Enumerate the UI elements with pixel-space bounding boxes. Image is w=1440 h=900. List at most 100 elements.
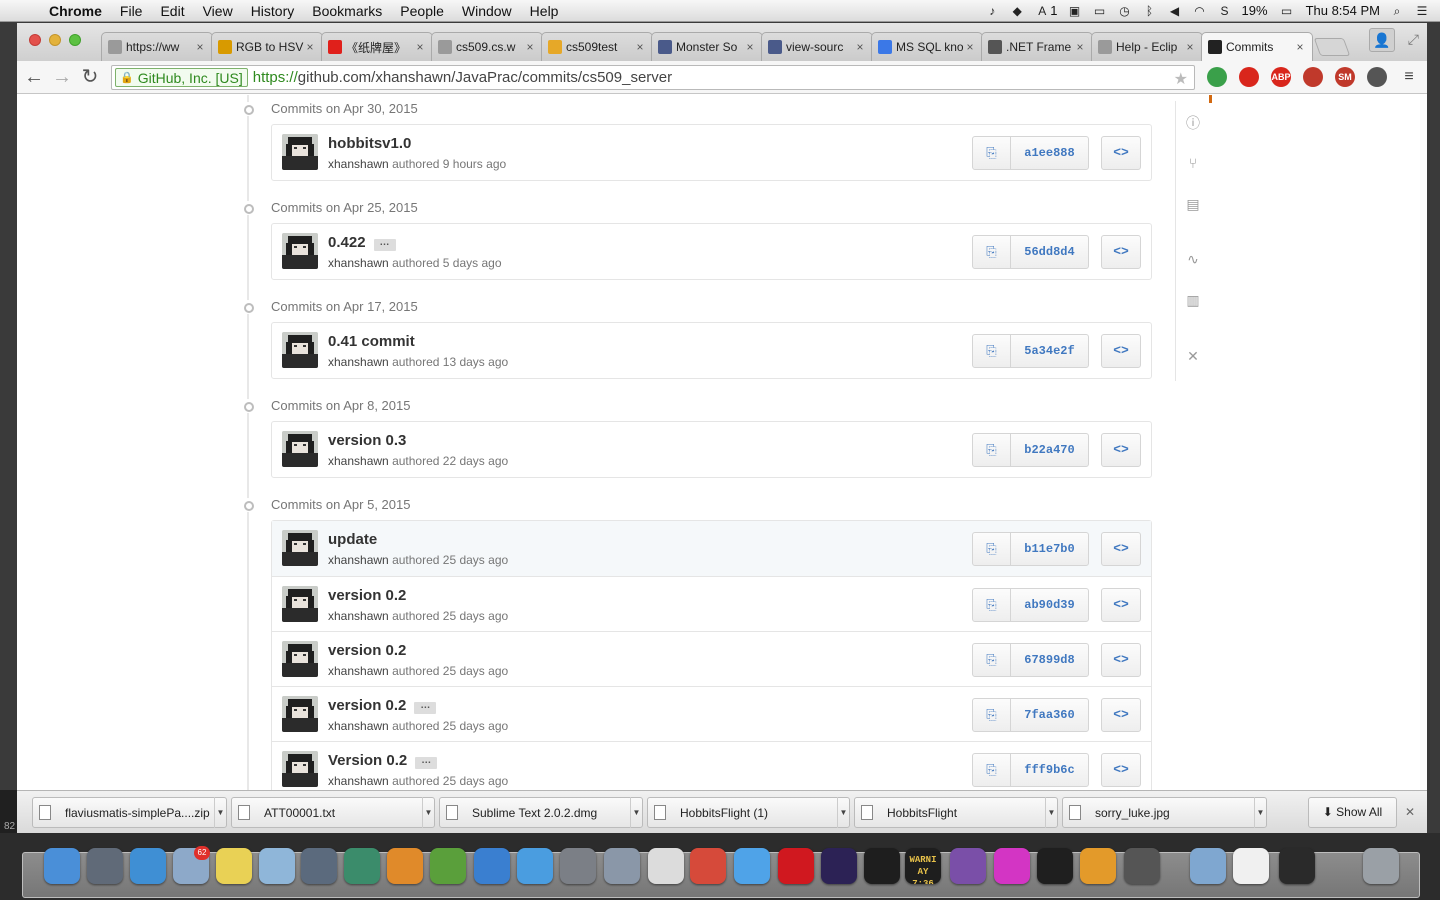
numbers-icon[interactable] <box>430 848 466 884</box>
app-menu-chrome[interactable]: Chrome <box>40 3 111 19</box>
browse-code-button[interactable]: <> <box>1101 753 1141 787</box>
browser-tab[interactable]: .NET Frame × <box>981 32 1093 61</box>
graphs-icon[interactable]: ▥ <box>1184 291 1202 309</box>
avatar[interactable] <box>282 751 318 787</box>
dropbox-icon[interactable]: ◆ <box>1009 4 1025 18</box>
minimize-window-button[interactable] <box>49 34 61 46</box>
color-wheel-icon[interactable] <box>1207 67 1227 87</box>
avatar[interactable] <box>282 530 318 566</box>
menu-help[interactable]: Help <box>521 3 568 19</box>
commit-author-link[interactable]: xhanshawn <box>328 256 389 270</box>
facetime-icon[interactable] <box>301 848 337 884</box>
terminal-icon[interactable] <box>864 848 900 884</box>
avatar[interactable] <box>282 431 318 467</box>
commit-author-link[interactable]: xhanshawn <box>328 609 389 623</box>
copy-sha-icon[interactable]: ⎘ <box>973 335 1011 367</box>
browser-tab[interactable]: MS SQL kno × <box>871 32 983 61</box>
preview-icon[interactable] <box>259 848 295 884</box>
menu-edit[interactable]: Edit <box>151 3 193 19</box>
commit-message-link[interactable]: 0.422… <box>328 234 396 251</box>
avatar[interactable] <box>282 586 318 622</box>
wiki-icon[interactable]: ▤ <box>1184 195 1202 213</box>
tab-close-icon[interactable]: × <box>854 40 866 54</box>
browse-code-button[interactable]: <> <box>1101 235 1141 269</box>
download-menu-caret-icon[interactable]: ▼ <box>214 797 226 828</box>
github-app-icon[interactable] <box>950 848 986 884</box>
commit-sha-button[interactable]: 56dd8d4 <box>1011 236 1088 268</box>
expand-message-button[interactable]: … <box>414 701 437 714</box>
browse-code-button[interactable]: <> <box>1101 588 1141 622</box>
commit-author-link[interactable]: xhanshawn <box>328 157 389 171</box>
browser-tab[interactable]: Monster So × <box>651 32 763 61</box>
flower-icon[interactable] <box>994 848 1030 884</box>
avatar[interactable] <box>282 641 318 677</box>
ampersand-icon[interactable] <box>1080 848 1116 884</box>
menu-people[interactable]: People <box>391 3 453 19</box>
avatar[interactable] <box>282 332 318 368</box>
browser-tab[interactable]: Help - Eclip × <box>1091 32 1203 61</box>
tab-close-icon[interactable]: × <box>744 40 756 54</box>
copy-sha-icon[interactable]: ⎘ <box>973 754 1011 786</box>
commit-sha-button[interactable]: 7faa360 <box>1011 699 1088 731</box>
browser-tab[interactable]: Commits × <box>1201 32 1313 61</box>
download-item[interactable]: flaviusmatis-simplePa....zip ▼ <box>32 797 227 828</box>
spotlight-icon[interactable]: ⌕ <box>1389 4 1405 18</box>
new-tab-button[interactable] <box>1313 38 1351 56</box>
commit-sha-button[interactable]: 67899d8 <box>1011 644 1088 676</box>
console-icon[interactable]: WARNI AY 7:36 <box>905 848 941 884</box>
reload-button[interactable]: ↻ <box>79 66 101 88</box>
book-icon[interactable] <box>1303 67 1323 87</box>
ball-icon[interactable] <box>1367 67 1387 87</box>
download-item[interactable]: HobbitsFlight ▼ <box>854 797 1058 828</box>
commit-sha-button[interactable]: ab90d39 <box>1011 589 1088 621</box>
download-menu-caret-icon[interactable]: ▼ <box>1254 797 1266 828</box>
issues-icon[interactable]: ⓘ <box>1184 114 1202 132</box>
terminal-window-icon[interactable] <box>1279 848 1315 884</box>
qq-icon[interactable] <box>1037 848 1073 884</box>
notification-center-icon[interactable]: ☰ <box>1414 4 1430 18</box>
pulse-icon[interactable]: ∿ <box>1184 250 1202 268</box>
copy-sha-icon[interactable]: ⎘ <box>973 699 1011 731</box>
copy-sha-icon[interactable]: ⎘ <box>973 236 1011 268</box>
sublime-icon[interactable] <box>1124 848 1160 884</box>
eclipse-icon[interactable] <box>821 848 857 884</box>
commit-message-link[interactable]: version 0.2 <box>328 587 406 604</box>
commit-sha-button[interactable]: b22a470 <box>1011 434 1088 466</box>
doc-icon[interactable] <box>1233 848 1269 884</box>
close-shelf-icon[interactable]: ✕ <box>1405 805 1415 819</box>
trash-icon[interactable] <box>1363 848 1399 884</box>
download-menu-caret-icon[interactable]: ▼ <box>1045 797 1057 828</box>
commit-message-link[interactable]: hobbitsv1.0 <box>328 135 411 152</box>
download-menu-caret-icon[interactable]: ▼ <box>630 797 642 828</box>
launchpad-icon[interactable] <box>87 848 123 884</box>
browse-code-button[interactable]: <> <box>1101 532 1141 566</box>
tab-close-icon[interactable]: × <box>304 40 316 54</box>
commit-author-link[interactable]: xhanshawn <box>328 553 389 567</box>
iphoto-icon[interactable] <box>344 848 380 884</box>
profile-button[interactable]: 👤 <box>1369 28 1395 52</box>
volume-icon[interactable]: ◀ <box>1167 4 1183 18</box>
commit-author-link[interactable]: xhanshawn <box>328 664 389 678</box>
copy-sha-icon[interactable]: ⎘ <box>973 644 1011 676</box>
commit-message-link[interactable]: version 0.3 <box>328 432 406 449</box>
adobe-status[interactable]: A1 <box>1034 3 1057 18</box>
tab-close-icon[interactable]: × <box>414 40 426 54</box>
zoom-window-button[interactable] <box>69 34 81 46</box>
sm-icon[interactable]: SM <box>1335 67 1355 87</box>
browser-tab[interactable]: cs509test × <box>541 32 653 61</box>
image-capture-icon[interactable] <box>604 848 640 884</box>
browser-tab[interactable]: cs509.cs.w × <box>431 32 543 61</box>
browse-code-button[interactable]: <> <box>1101 698 1141 732</box>
browser-tab[interactable]: RGB to HSV × <box>211 32 323 61</box>
stickies-icon[interactable] <box>216 848 252 884</box>
commit-sha-button[interactable]: 5a34e2f <box>1011 335 1088 367</box>
browser-tab[interactable]: view-sourc × <box>761 32 873 61</box>
airplay-icon[interactable]: ▭ <box>1092 4 1108 18</box>
folder-icon[interactable] <box>1190 848 1226 884</box>
adblock-icon[interactable]: ABP <box>1271 67 1291 87</box>
battery-percent[interactable]: 19% <box>1242 3 1268 18</box>
expand-message-button[interactable]: … <box>415 756 438 769</box>
box-status-icon[interactable]: ▣ <box>1067 4 1083 18</box>
ev-certificate-badge[interactable]: 🔒 GitHub, Inc. [US] <box>115 68 248 87</box>
menu-clock[interactable]: Thu 8:54 PM <box>1306 3 1380 18</box>
